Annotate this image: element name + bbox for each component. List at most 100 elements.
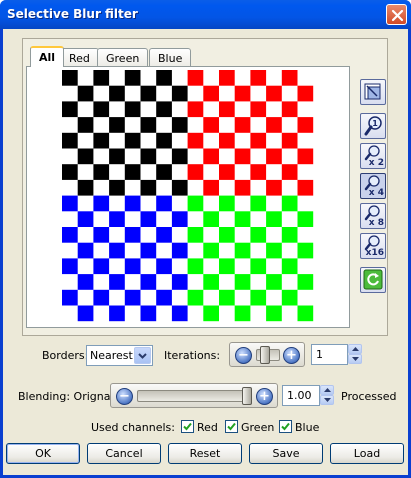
blue-channel-label: Blue [295,421,320,434]
blending-spin[interactable] [320,385,334,406]
checker-square [203,274,219,290]
checker-square [62,227,78,243]
tab-red[interactable]: Red [60,48,99,67]
checker-square [203,85,219,102]
green-channel-checkbox[interactable] [225,420,238,433]
iterations-decrease-button[interactable]: − [235,347,252,364]
checker-square [297,274,314,290]
ok-button[interactable]: OK [6,443,80,464]
blending-slider[interactable]: − + [110,383,278,408]
title-bar[interactable]: Selective Blur filter [0,0,411,29]
blending-field[interactable]: 1.00 [282,385,320,406]
checker-square [234,117,251,133]
zoom-1x-button[interactable]: 1 [360,113,386,139]
checker-square [124,195,141,212]
checker-square [77,242,94,259]
save-button[interactable]: Save [249,443,323,464]
checker-square [171,85,188,102]
iterations-field[interactable]: 1 [311,344,348,365]
cancel-button[interactable]: Cancel [87,443,161,464]
checker-square [93,101,110,118]
checker-square [187,258,204,275]
checker-square [266,179,282,196]
checker-square [297,117,314,133]
checker-square [266,211,282,227]
zoom-2x-button[interactable]: x 2 [360,143,386,169]
checker-square [250,132,267,149]
checker-square [250,101,267,118]
blending-increase-button[interactable]: + [256,388,273,405]
checker-square [281,289,298,306]
checker-square [140,85,157,102]
spin-down-button[interactable] [320,395,334,405]
zoom-4x-button[interactable]: x 4 [360,173,386,199]
checker-square [93,227,110,243]
arrow-down-icon [323,398,331,402]
tab-label: All [39,51,56,64]
checker-square [77,274,94,290]
zoom-8x-button[interactable]: x 8 [360,203,386,229]
checker-square [250,195,267,212]
tab-all[interactable]: All [30,46,65,67]
fit-to-view-button[interactable] [360,79,386,105]
preview-image[interactable] [26,66,350,328]
checker-square [140,211,157,227]
checker-square [234,211,251,227]
red-channel-checkbox[interactable] [181,420,194,433]
refresh-button[interactable] [360,267,386,293]
blending-decrease-button[interactable]: − [116,388,133,405]
zoom-label: x 8 [368,218,384,228]
spin-down-button[interactable] [348,354,362,364]
arrow-down-icon [351,357,359,361]
checker-square [281,258,298,275]
checkmark-icon [183,422,192,431]
tab-blue[interactable]: Blue [149,48,192,67]
spin-up-button[interactable] [320,385,334,395]
checker-square [281,164,298,180]
iterations-thumb[interactable] [260,346,270,364]
dropdown-button[interactable] [134,347,151,364]
checker-square [234,242,251,259]
checker-square [140,305,157,322]
checker-square [140,117,157,133]
blending-track[interactable] [137,390,252,402]
checker-square [297,179,314,196]
tab-label: Red [69,52,90,65]
arrow-up-icon [323,388,331,392]
checkmark-icon [227,422,236,431]
reset-button[interactable]: Reset [168,443,242,464]
close-icon [391,9,404,22]
checker-square [109,242,125,259]
checker-square [93,164,110,180]
spin-up-button[interactable] [348,344,362,354]
checker-square [250,227,267,243]
blue-channel-checkbox[interactable] [279,420,292,433]
checker-square [203,305,219,322]
checker-square [124,258,141,275]
iterations-spin[interactable] [348,344,362,365]
tab-green[interactable]: Green [97,48,149,67]
borders-select[interactable]: Nearest [86,345,153,366]
zoom-16x-button[interactable]: x16 [360,233,386,259]
load-button[interactable]: Load [330,443,404,464]
checker-square [234,85,251,102]
iterations-slider[interactable]: − + [229,342,305,367]
checker-square [62,164,78,180]
red-channel-label: Red [197,421,218,434]
close-button[interactable] [386,4,407,25]
svg-text:1: 1 [372,119,378,128]
iterations-increase-button[interactable]: + [283,347,300,364]
checker-square [297,242,314,259]
checker-square [234,179,251,196]
checker-square [219,164,235,180]
checker-square [77,85,94,102]
blending-thumb[interactable] [242,387,252,405]
checker-square [77,179,94,196]
checker-square [171,305,188,322]
checker-square [156,132,172,149]
checker-square [156,258,172,275]
checker-square [62,70,78,86]
checker-square [109,274,125,290]
checker-square [250,289,267,306]
green-channel-label: Green [241,421,275,434]
